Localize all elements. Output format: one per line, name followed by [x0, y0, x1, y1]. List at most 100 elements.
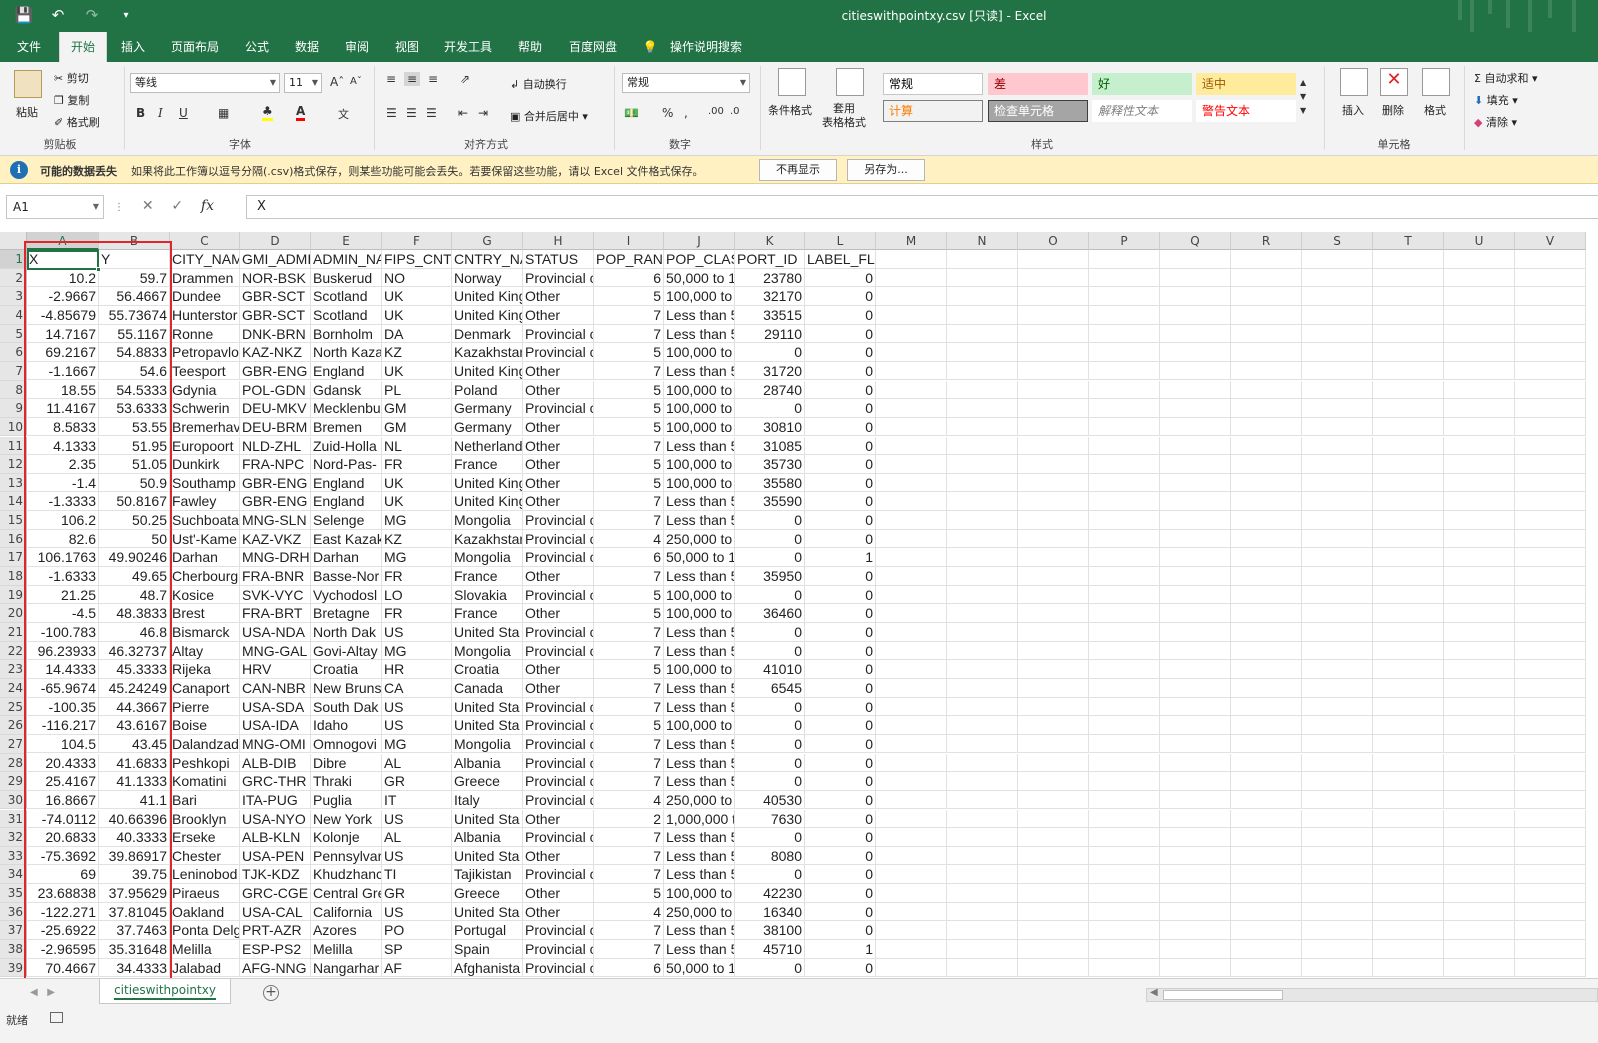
table-cell[interactable]: [1302, 567, 1373, 586]
table-cell[interactable]: [876, 399, 947, 418]
table-cell[interactable]: 50,000 to 1: [664, 548, 735, 567]
table-cell[interactable]: [876, 529, 947, 549]
table-cell[interactable]: [1515, 678, 1586, 698]
table-cell[interactable]: Other: [523, 902, 594, 922]
table-cell[interactable]: Provincial c: [523, 921, 594, 940]
table-cell[interactable]: [1515, 268, 1586, 288]
table-cell[interactable]: UK: [382, 287, 452, 306]
table-cell[interactable]: [1444, 529, 1515, 549]
table-cell[interactable]: [1444, 324, 1515, 344]
table-cell[interactable]: LABEL_FLAG: [805, 250, 876, 269]
table-cell[interactable]: [1515, 660, 1586, 679]
table-cell[interactable]: UK: [382, 473, 452, 493]
table-cell[interactable]: United King: [452, 305, 523, 325]
column-header[interactable]: V: [1515, 232, 1586, 250]
table-cell[interactable]: USA-PEN: [240, 846, 311, 866]
table-cell[interactable]: ADMIN_NA: [311, 250, 382, 269]
table-cell[interactable]: [947, 641, 1018, 661]
table-cell[interactable]: POP_CLASS: [664, 250, 735, 269]
table-cell[interactable]: [1231, 455, 1302, 474]
table-cell[interactable]: United King: [452, 287, 523, 306]
table-cell[interactable]: [1089, 604, 1160, 623]
table-cell[interactable]: [947, 324, 1018, 344]
font-color-icon[interactable]: A: [296, 104, 306, 121]
table-cell[interactable]: 45710: [735, 940, 805, 959]
table-cell[interactable]: 6: [594, 268, 664, 288]
table-cell[interactable]: USA-IDA: [240, 716, 311, 735]
table-cell[interactable]: [1160, 399, 1231, 418]
row-header[interactable]: 13: [0, 473, 27, 493]
table-cell[interactable]: [947, 548, 1018, 567]
table-cell[interactable]: Pennsylvar: [311, 846, 382, 866]
table-cell[interactable]: HRV: [240, 660, 311, 679]
table-cell[interactable]: Kosice: [170, 585, 240, 605]
underline-button[interactable]: U: [179, 106, 188, 120]
table-cell[interactable]: 35950: [735, 567, 805, 586]
table-cell[interactable]: GBR-SCT: [240, 287, 311, 306]
table-cell[interactable]: [1373, 716, 1444, 735]
table-cell[interactable]: [1231, 361, 1302, 381]
table-cell[interactable]: [947, 585, 1018, 605]
table-cell[interactable]: [1373, 529, 1444, 549]
table-cell[interactable]: [1444, 641, 1515, 661]
align-left-icon[interactable]: ☰: [386, 106, 397, 120]
table-cell[interactable]: [1444, 492, 1515, 512]
table-cell[interactable]: [1018, 678, 1089, 698]
table-cell[interactable]: [1231, 268, 1302, 288]
table-cell[interactable]: DEU-MKV: [240, 399, 311, 418]
table-cell[interactable]: AF: [382, 958, 452, 978]
table-cell[interactable]: Croatia: [452, 660, 523, 679]
table-cell[interactable]: [1089, 250, 1160, 269]
table-cell[interactable]: GRC-THR: [240, 772, 311, 791]
table-cell[interactable]: SVK-VYC: [240, 585, 311, 605]
table-cell[interactable]: [876, 902, 947, 922]
table-cell[interactable]: [1373, 567, 1444, 586]
table-cell[interactable]: [1373, 753, 1444, 773]
table-cell[interactable]: [1089, 678, 1160, 698]
table-cell[interactable]: [1515, 772, 1586, 791]
table-cell[interactable]: [1373, 865, 1444, 885]
table-cell[interactable]: [1302, 473, 1373, 493]
table-cell[interactable]: [1089, 884, 1160, 903]
table-cell[interactable]: [947, 268, 1018, 288]
tab-formulas[interactable]: 公式: [237, 32, 277, 62]
table-cell[interactable]: [947, 846, 1018, 866]
table-cell[interactable]: [947, 865, 1018, 885]
table-cell[interactable]: [1515, 548, 1586, 567]
table-cell[interactable]: STATUS: [523, 250, 594, 269]
table-cell[interactable]: ESP-PS2: [240, 940, 311, 959]
table-cell[interactable]: FR: [382, 604, 452, 623]
table-cell[interactable]: 100,000 to: [664, 585, 735, 605]
table-cell[interactable]: [1160, 678, 1231, 698]
table-cell[interactable]: 0: [805, 343, 876, 362]
table-cell[interactable]: United Sta: [452, 623, 523, 642]
table-cell[interactable]: Less than 5: [664, 940, 735, 959]
column-header[interactable]: U: [1444, 232, 1515, 250]
table-cell[interactable]: [1373, 455, 1444, 474]
table-cell[interactable]: 100,000 to: [664, 884, 735, 903]
table-cell[interactable]: [1089, 734, 1160, 754]
table-cell[interactable]: [1018, 940, 1089, 959]
table-cell[interactable]: [1444, 921, 1515, 940]
table-cell[interactable]: [1373, 324, 1444, 344]
table-cell[interactable]: New Bruns: [311, 678, 382, 698]
table-cell[interactable]: 5: [594, 455, 664, 474]
table-cell[interactable]: Less than 5: [664, 846, 735, 866]
row-header[interactable]: 14: [0, 492, 27, 512]
row-header[interactable]: 5: [0, 324, 27, 344]
row-header[interactable]: 37: [0, 921, 27, 941]
table-cell[interactable]: Provincial c: [523, 772, 594, 791]
table-cell[interactable]: [1444, 436, 1515, 456]
table-cell[interactable]: Pierre: [170, 697, 240, 717]
table-cell[interactable]: 23780: [735, 268, 805, 288]
table-cell[interactable]: 35590: [735, 492, 805, 512]
table-cell[interactable]: 4: [594, 790, 664, 810]
table-cell[interactable]: [1089, 772, 1160, 791]
table-cell[interactable]: [1231, 846, 1302, 866]
table-cell[interactable]: 0: [805, 585, 876, 605]
table-cell[interactable]: Other: [523, 567, 594, 586]
row-header[interactable]: 18: [0, 567, 27, 586]
tab-home[interactable]: 开始: [59, 32, 107, 62]
table-cell[interactable]: [1515, 940, 1586, 959]
table-cell[interactable]: [1018, 809, 1089, 829]
